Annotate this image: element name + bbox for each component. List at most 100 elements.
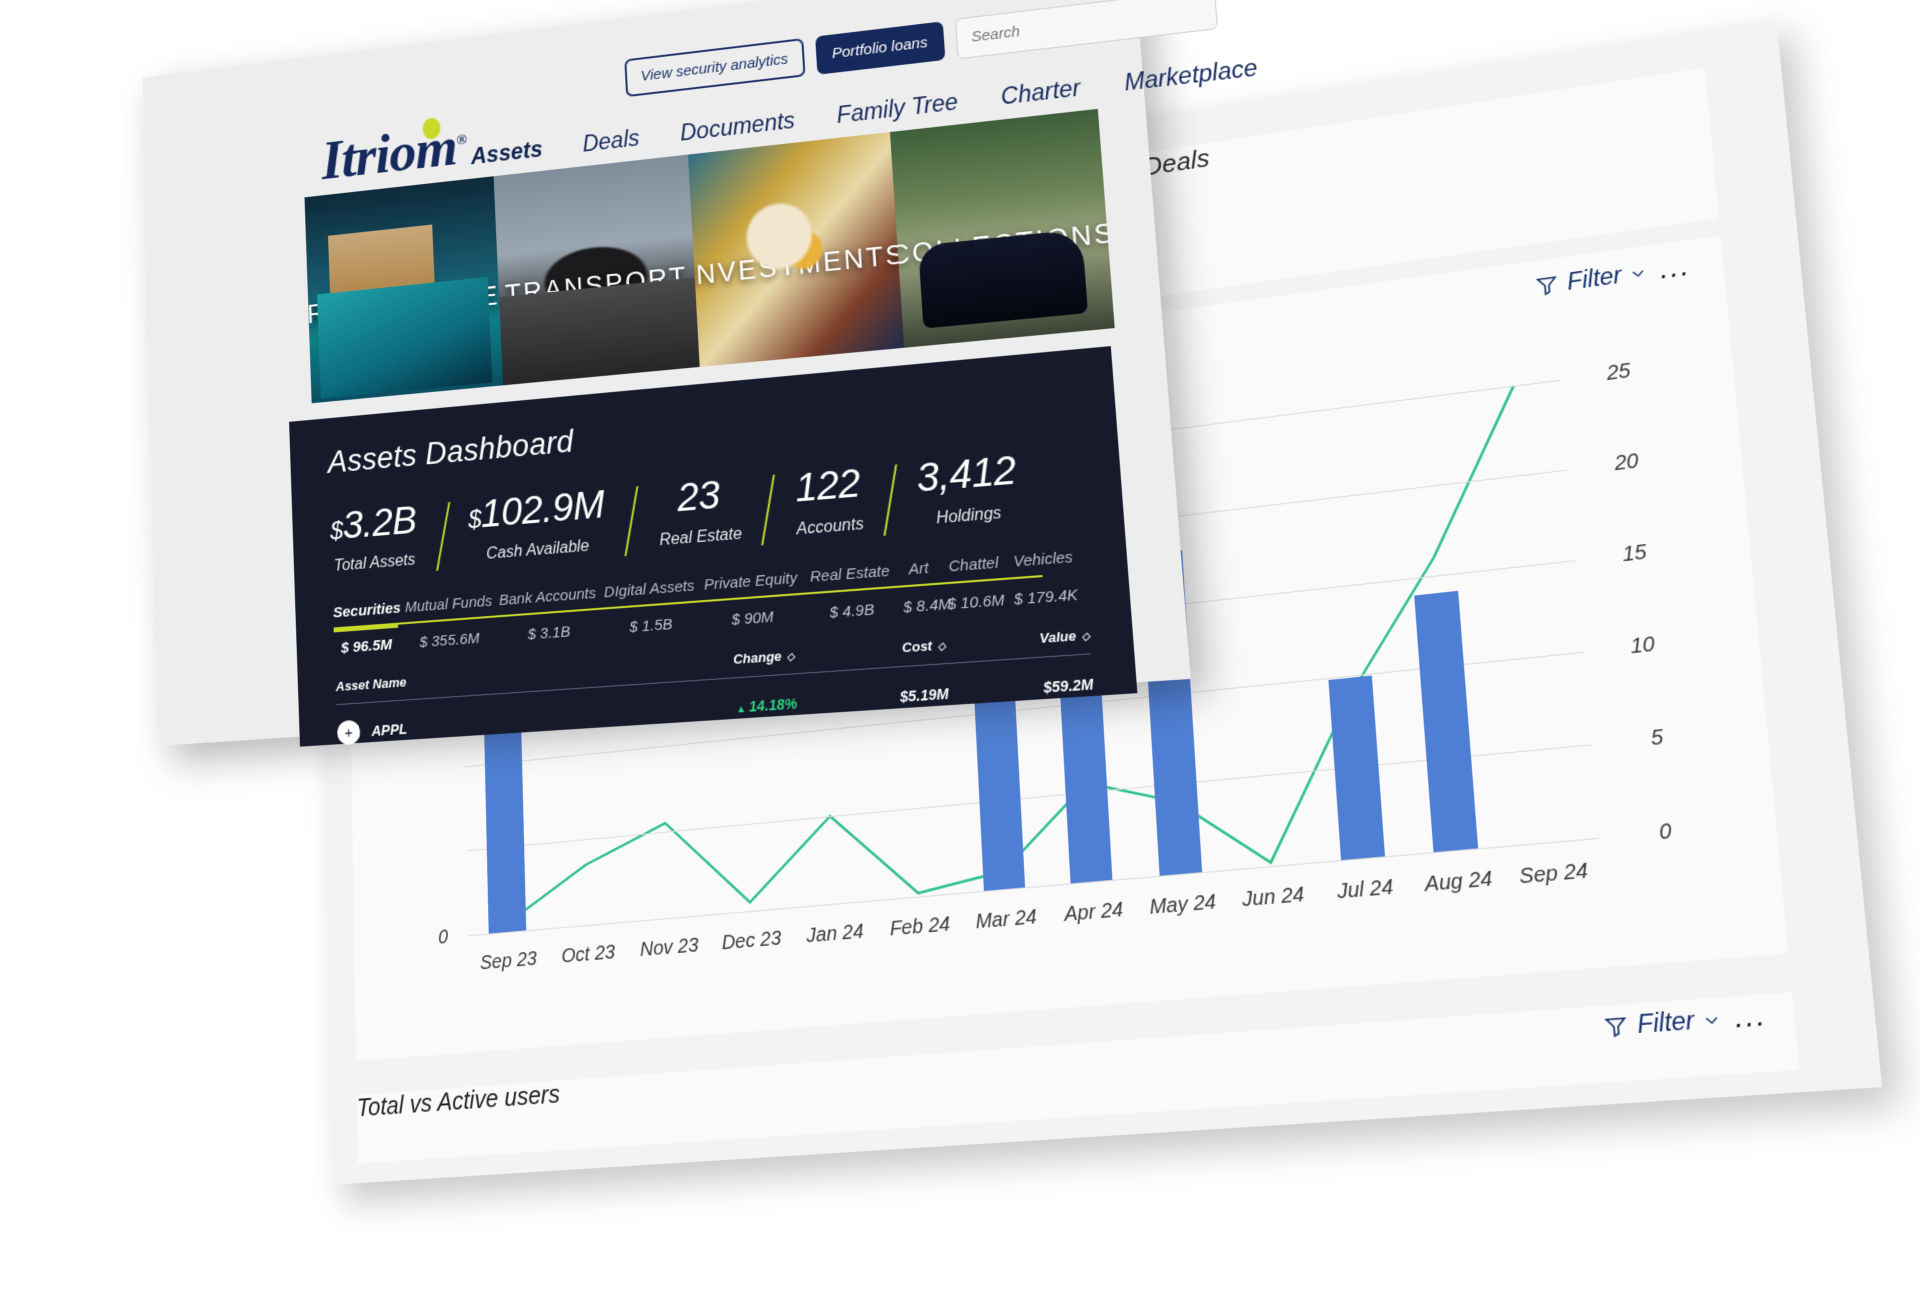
filter-icon [1603,1013,1629,1039]
tab-value: $ 179.4K [1013,586,1079,609]
nav-item-marketplace[interactable]: Marketplace [1123,54,1258,96]
chart-more-button[interactable]: ... [1659,250,1693,286]
bottom-more-button[interactable]: ... [1733,999,1768,1035]
kpi-holdings: 3,412 Holdings [915,448,1019,530]
x-axis-tick: Dec 23 [721,927,782,955]
y-axis-right-tick: 5 [1649,725,1665,750]
hero-label-investments: INVESTMENTS [687,238,904,291]
kpi-cash-available: $102.9M Cash Available [467,483,607,565]
search-input[interactable] [954,0,1218,60]
y-axis-left-tick: 0 [438,925,449,949]
hero-label-transport: TRANSPORT [504,260,689,309]
sort-icon: ◇ [1081,631,1091,644]
tab-label: Mutual Funds [404,592,493,617]
x-axis-tick: Jun 24 [1241,883,1305,912]
filter-icon [1535,272,1560,297]
logo-trademark: ® [456,131,467,149]
x-axis-tick: Oct 23 [561,941,616,968]
x-axis-tick: Jan 24 [805,920,865,948]
nav-item-documents[interactable]: Documents [679,107,795,146]
trend-up-icon: ▲ [735,703,747,716]
kpi-total-assets: $3.2B Total Assets [329,499,418,576]
x-axis-tick: Feb 24 [889,913,951,941]
tab-label: Art [908,559,930,579]
assets-dashboard-card: Assets Dashboard $3.2B Total Assets $102.9… [289,346,1138,747]
asset-name: APPL [371,720,408,740]
x-axis-tick: Mar 24 [974,905,1038,934]
tab-label: DIgital Assets [603,577,695,602]
kpi-label: Holdings [935,504,1002,528]
filter-button-bottom[interactable]: Filter [1603,1004,1722,1042]
itriom-logo: Itriom® [320,112,467,192]
nav-item-charter[interactable]: Charter [1000,74,1081,110]
hero-label-collections: COLLECTIONS [889,216,1115,270]
filter-label-bottom: Filter [1636,1005,1696,1039]
tab-value: $ 1.5B [628,615,674,637]
view-security-analytics-button[interactable]: View security analytics [624,38,806,98]
tab-value: $ 4.9B [829,601,875,622]
y-axis-right-tick: 25 [1605,359,1632,385]
kpi-value: 3,412 [915,448,1018,501]
kpi-separator [883,464,897,536]
tab-securities[interactable]: Securities $ 96.5M [332,599,402,657]
nav-item-deals[interactable]: Deals [582,125,640,158]
portfolio-loans-button[interactable]: Portfolio loans [814,21,946,75]
hero-card-transport[interactable]: TRANSPORT [493,154,700,386]
kpi-value: 122 [793,461,862,511]
tab-art[interactable]: Art $ 8.4M [900,559,952,617]
tab-value: $ 90M [730,608,775,629]
kpi-value: $3.2B [329,498,418,548]
hero-card-real-estate[interactable]: REAL ESTATE [304,176,503,404]
hero-card-investments[interactable]: INVESTMENTS [687,132,904,367]
kpi-label: Accounts [796,515,865,539]
tab-value: $ 10.6M [947,591,1006,614]
kpi-value: 23 [676,473,721,521]
filter-label: Filter [1566,261,1623,295]
y-axis-right-tick: 15 [1621,540,1648,566]
tab-value: $ 96.5M [340,636,393,657]
screenshot-stage: Unseen Deals 0 Filter ... [0,0,1920,1306]
hero-card-collections[interactable]: COLLECTIONS [889,108,1115,348]
y-axis-right-tick: 10 [1629,632,1656,659]
kpi-separator [624,486,639,557]
tab-value: $ 8.4M [902,595,952,617]
tab-label: Securities [332,599,402,622]
tab-label: Private Equity [703,569,798,594]
foreground-app-window: View security analytics Portfolio loans … [142,0,1258,747]
nav-item-family-tree[interactable]: Family Tree [836,88,959,128]
x-axis-tick: Sep 24 [1518,859,1589,889]
kpi-separator [435,501,450,571]
x-axis-tick: Sep 23 [479,948,538,975]
tab-label: Chattel [948,554,1000,576]
col-value[interactable]: Value ◇ [945,627,1090,653]
x-axis-tick: Apr 24 [1063,898,1124,927]
chevron-down-icon [1629,264,1648,282]
x-axis-tick: Aug 24 [1423,867,1494,897]
kpi-accounts: 122 Accounts [793,461,865,539]
value-cell: $59.2M [1042,675,1095,696]
x-axis-tick: Nov 23 [639,934,699,962]
x-axis-tick: May 24 [1148,890,1217,920]
expand-row-icon[interactable]: + [336,719,361,746]
tab-label: Vehicles [1012,548,1074,571]
hero-label-real-estate: REAL ESTATE [306,279,501,329]
kpi-value: $102.9M [467,483,606,537]
tab-label: Real Estate [809,562,891,586]
chevron-down-icon [1702,1010,1722,1029]
change-value: 14.18% [748,695,798,715]
x-axis-tick: Jul 24 [1336,875,1394,904]
col-change[interactable]: Change ◇ [618,647,795,675]
y-axis-right-tick: 0 [1658,819,1673,845]
y-axis-right-tick: 20 [1613,449,1640,475]
kpi-separator [761,474,775,546]
col-cost[interactable]: Cost ◇ [794,637,946,663]
chart-toolbar: Filter ... [1534,250,1692,302]
sort-icon: ◇ [786,651,795,664]
nav-item-assets[interactable]: Assets [470,136,543,170]
tab-value: $ 3.1B [527,623,571,644]
kpi-label: Cash Available [485,537,590,563]
tab-value: $ 355.6M [419,629,480,652]
kpi-label: Total Assets [333,551,416,575]
filter-button[interactable]: Filter [1535,258,1649,300]
kpi-real-estate: 23 Real Estate [656,472,743,551]
